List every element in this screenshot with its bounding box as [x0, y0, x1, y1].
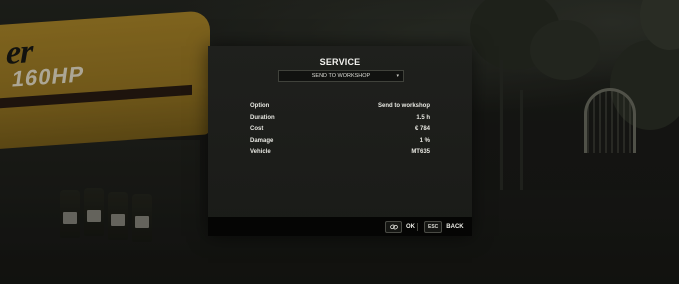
- ok-label: OK: [406, 223, 415, 230]
- info-label: Damage: [250, 137, 274, 144]
- back-label: BACK: [446, 223, 464, 230]
- info-row-cost: Cost € 784: [250, 126, 430, 138]
- service-option-dropdown[interactable]: SEND TO WORKSHOP ▾: [278, 70, 404, 82]
- ok-button[interactable]: OK: [385, 220, 415, 233]
- info-value: 1.5 h: [416, 114, 430, 121]
- info-label: Vehicle: [250, 149, 271, 155]
- info-row-duration: Duration 1.5 h: [250, 115, 430, 127]
- info-value: MT635: [411, 149, 430, 155]
- footer-divider: [417, 223, 418, 231]
- back-button[interactable]: ESC BACK: [424, 220, 464, 233]
- dropdown-selected-value: SEND TO WORKSHOP: [311, 73, 371, 79]
- info-row-damage: Damage 1 %: [250, 138, 430, 150]
- service-info-list: Option Send to workshop Duration 1.5 h C…: [250, 103, 430, 161]
- esc-key-hint: ESC: [424, 220, 443, 233]
- info-row-option: Option Send to workshop: [250, 103, 430, 115]
- link-icon: [385, 220, 402, 233]
- info-value: € 784: [414, 126, 430, 132]
- dialog-footer: OK ESC BACK: [208, 217, 472, 236]
- info-label: Cost: [250, 126, 264, 132]
- info-label: Duration: [250, 114, 275, 121]
- service-dialog: SERVICE SEND TO WORKSHOP ▾ Option Send t…: [208, 46, 472, 236]
- chevron-down-icon: ▾: [396, 73, 399, 79]
- info-row-vehicle: Vehicle MT635: [250, 149, 430, 161]
- info-value: Send to workshop: [377, 103, 430, 109]
- info-label: Option: [250, 103, 270, 109]
- info-value: 1 %: [419, 137, 430, 144]
- dialog-title: SERVICE: [319, 57, 361, 67]
